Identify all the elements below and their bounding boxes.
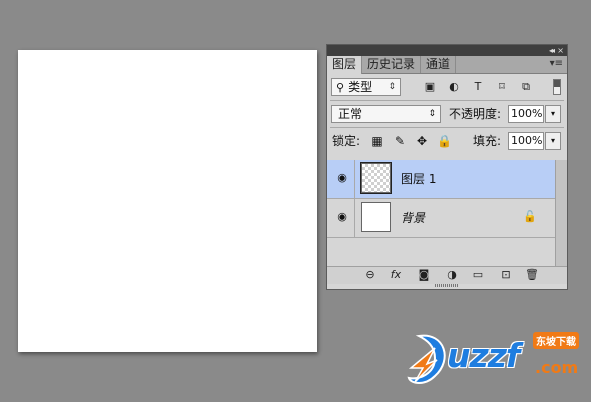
filter-kind-select[interactable]: ⚲ 类型 ⇕ — [331, 78, 401, 96]
lock-row: 锁定: ▦ ✎ ✥ 🔒 填充: 100% ▾ — [327, 128, 567, 154]
logo-icon — [407, 334, 446, 384]
collapse-icon[interactable]: ◂◂ — [549, 45, 555, 56]
select-arrow-icon: ⇕ — [428, 109, 436, 119]
blend-mode-value: 正常 — [338, 107, 363, 121]
layers-bottom-toolbar: ⊖ fx ◙ ◑ ▭ ⊡ 🗑 — [327, 266, 567, 284]
search-icon: ⚲ — [336, 81, 345, 94]
fill-dropdown-icon[interactable]: ▾ — [545, 132, 561, 150]
lock-image-pixels-icon[interactable]: ✎ — [393, 134, 407, 148]
opacity-input[interactable]: 100% — [508, 105, 544, 123]
adjustment-filter-icon[interactable]: ◐ — [447, 80, 461, 94]
opacity-label: 不透明度: — [449, 107, 502, 121]
adjustment-layer-icon[interactable]: ◑ — [445, 269, 459, 281]
blend-mode-select[interactable]: 正常 ⇕ — [331, 105, 441, 123]
tab-channels[interactable]: 通道 — [421, 56, 457, 73]
filter-toggle-switch[interactable] — [553, 79, 561, 95]
layer-row[interactable]: ◉ 图层 1 — [327, 160, 555, 199]
opacity-dropdown-icon[interactable]: ▾ — [545, 105, 561, 123]
shape-filter-icon[interactable]: ⌑ — [495, 80, 509, 94]
close-icon[interactable]: × — [557, 45, 564, 56]
layers-list: ◉ 图层 1 ◉ 背景 🔓 — [327, 160, 555, 266]
tab-layers[interactable]: 图层 — [327, 56, 363, 74]
fill-label: 填充: — [473, 134, 502, 148]
blend-row: 正常 ⇕ 不透明度: 100% ▾ — [327, 101, 567, 127]
layer-name[interactable]: 背景 — [401, 210, 425, 226]
lock-icon: 🔓 — [523, 210, 537, 223]
watermark-logo: uzzf 东坡下载 .com — [405, 330, 585, 390]
eye-icon: ◉ — [337, 171, 347, 184]
document-canvas[interactable] — [18, 50, 317, 352]
lock-label: 锁定: — [332, 134, 361, 148]
select-arrow-icon: ⇕ — [388, 82, 396, 92]
lock-all-icon[interactable]: 🔒 — [437, 134, 452, 148]
pixel-filter-icon[interactable]: ▣ — [423, 80, 437, 94]
smart-object-filter-icon[interactable]: ⧉ — [519, 80, 533, 94]
layers-scrollbar[interactable] — [555, 160, 567, 266]
delete-icon[interactable]: 🗑 — [525, 269, 539, 281]
filter-kind-label: 类型 — [348, 80, 373, 94]
lock-transparent-pixels-icon[interactable]: ▦ — [370, 134, 384, 148]
layer-row[interactable]: ◉ 背景 🔓 — [327, 199, 555, 238]
eye-icon: ◉ — [337, 210, 347, 223]
type-filter-icon[interactable]: T — [471, 80, 485, 94]
tab-history[interactable]: 历史记录 — [362, 56, 422, 73]
visibility-toggle[interactable]: ◉ — [327, 160, 355, 198]
fill-input[interactable]: 100% — [508, 132, 544, 150]
watermark-text: uzzf — [447, 336, 520, 375]
new-group-icon[interactable]: ▭ — [471, 269, 485, 281]
resize-grip[interactable] — [435, 284, 459, 287]
link-layers-icon[interactable]: ⊖ — [363, 269, 377, 281]
layer-name[interactable]: 图层 1 — [401, 171, 436, 187]
panel-menu-icon[interactable]: ▾≡ — [550, 56, 563, 72]
add-mask-icon[interactable]: ◙ — [417, 269, 431, 281]
panel-title-bar[interactable]: ◂◂ × — [327, 45, 567, 56]
layers-panel: ◂◂ × 图层 历史记录 通道 ▾≡ ⚲ 类型 ⇕ ▣ ◐ T ⌑ ⧉ 正常 ⇕ … — [326, 44, 568, 290]
layer-thumbnail — [360, 162, 392, 194]
panel-tabbar: 图层 历史记录 通道 ▾≡ — [327, 56, 567, 74]
layer-thumbnail — [361, 202, 391, 232]
visibility-toggle[interactable]: ◉ — [327, 199, 355, 237]
new-layer-icon[interactable]: ⊡ — [499, 269, 513, 281]
filter-row: ⚲ 类型 ⇕ ▣ ◐ T ⌑ ⧉ — [327, 74, 567, 100]
watermark-badge: 东坡下载 — [533, 332, 579, 349]
lock-position-icon[interactable]: ✥ — [415, 134, 429, 148]
fx-icon[interactable]: fx — [389, 269, 403, 281]
watermark-domain: .com — [535, 358, 579, 377]
